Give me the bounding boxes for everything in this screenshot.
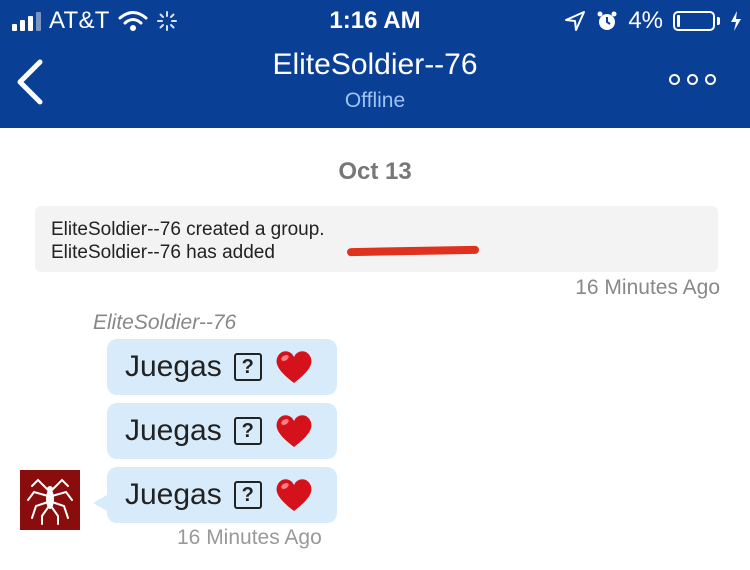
system-message: EliteSoldier--76 created a group. EliteS… xyxy=(35,206,718,272)
message-bubble[interactable]: Juegas ? xyxy=(107,339,337,395)
location-arrow-icon xyxy=(565,11,586,31)
presence-status: Offline xyxy=(344,89,406,112)
battery-nub xyxy=(717,17,720,25)
sender-name: EliteSoldier--76 xyxy=(93,311,237,334)
chat-title: EliteSoldier--76 xyxy=(272,48,478,81)
red-heart-icon xyxy=(276,479,312,511)
question-box-icon: ? xyxy=(233,481,262,509)
message-timestamp: 16 Minutes Ago xyxy=(177,526,322,549)
question-box-icon: ? xyxy=(233,417,262,445)
system-message-line: EliteSoldier--76 created a group. xyxy=(51,219,325,240)
message-text: Juegas xyxy=(125,478,222,511)
message-bubble[interactable]: Juegas ? xyxy=(107,403,337,459)
spider-emblem-icon xyxy=(20,470,80,530)
status-right: 4% xyxy=(564,7,742,35)
message-text: Juegas xyxy=(125,350,222,383)
avatar[interactable] xyxy=(20,470,80,530)
message-bubble[interactable]: Juegas ? xyxy=(107,467,337,523)
red-heart-icon xyxy=(276,415,312,447)
question-box-icon: ? xyxy=(233,353,262,381)
message-text: Juegas xyxy=(125,414,222,447)
status-bar: AT&T 1:16 AM 4% xyxy=(0,0,750,40)
more-options-icon[interactable] xyxy=(669,74,716,85)
charging-bolt-icon xyxy=(731,11,741,31)
battery-icon xyxy=(673,11,715,31)
navigation-header: AT&T 1:16 AM 4% EliteSoldier--76 Offline xyxy=(0,0,750,128)
bubble-tail xyxy=(93,495,107,511)
red-heart-icon xyxy=(276,351,312,383)
system-message-timestamp: 16 Minutes Ago xyxy=(575,276,720,299)
battery-percent: 4% xyxy=(628,7,663,34)
alarm-clock-icon xyxy=(597,11,617,30)
date-separator: Oct 13 xyxy=(338,158,412,185)
